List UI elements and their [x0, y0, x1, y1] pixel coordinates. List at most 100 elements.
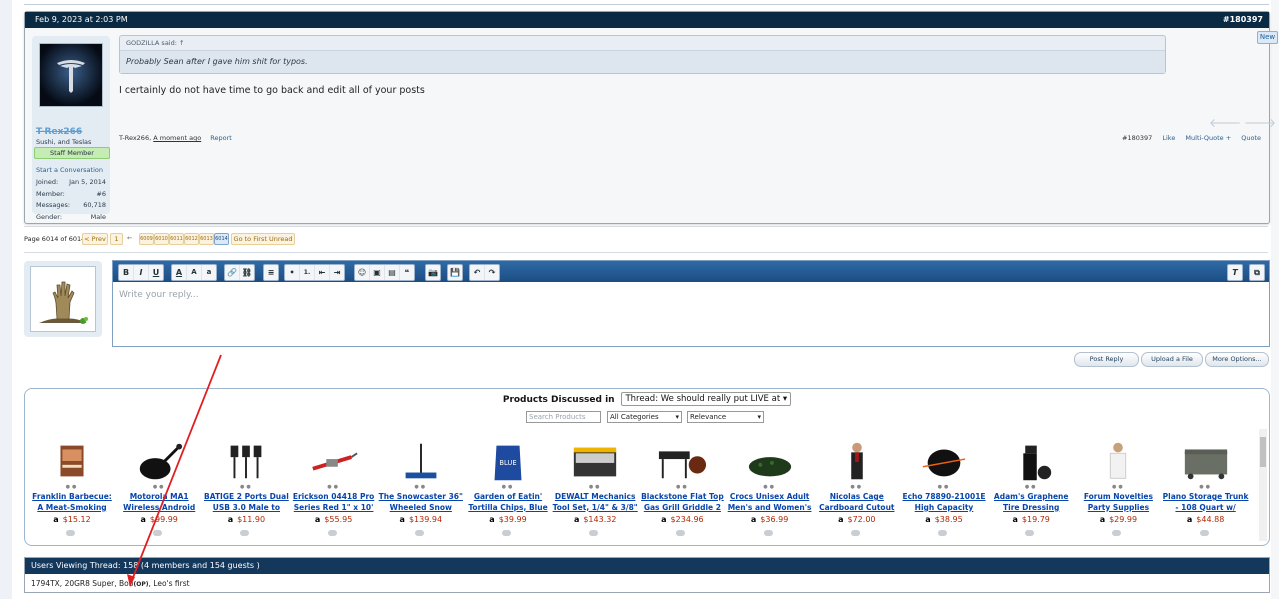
bold-button[interactable]: B: [119, 265, 134, 280]
indent-icon[interactable]: ⇥: [330, 265, 344, 280]
new-badge[interactable]: New: [1257, 31, 1278, 44]
post-number[interactable]: #180397: [1223, 12, 1263, 28]
like-link[interactable]: Like: [1162, 134, 1175, 142]
page-button[interactable]: 6010: [154, 233, 169, 245]
go-first-unread-button[interactable]: Go to First Unread: [231, 233, 295, 245]
product-card[interactable]: ●● DEWALT Mechanics Tool Set, 1/4" & 3/8"…: [552, 439, 638, 541]
current-page-button[interactable]: 6014: [214, 233, 229, 245]
comment-icon[interactable]: [414, 530, 424, 536]
carousel-dots[interactable]: ●●: [203, 484, 289, 490]
product-title[interactable]: BATIGE 2 Ports Dual USB 3.0 Male to USB: [203, 492, 289, 513]
more-options-button[interactable]: More Options...: [1205, 352, 1269, 367]
carousel-dots[interactable]: ●●: [639, 484, 725, 490]
comment-icon[interactable]: [850, 530, 860, 536]
product-card[interactable]: ●● Echo 78890-21001E High Capacity Speed a…: [901, 439, 987, 541]
product-card[interactable]: ●● Nicolas Cage Cardboard Cutout a $72.00: [814, 439, 900, 541]
quote-jump-icon[interactable]: ↑: [179, 39, 184, 47]
comment-icon[interactable]: [589, 530, 599, 536]
product-card[interactable]: ●● Forum Novelties Party Supplies 81022 M…: [1075, 439, 1161, 541]
usb-cable-icon[interactable]: [221, 439, 271, 483]
spray-bottle-icon[interactable]: [1006, 439, 1056, 483]
category-select[interactable]: All Categories ▾: [607, 411, 682, 423]
multi-quote-link[interactable]: Multi-Quote +: [1185, 134, 1231, 142]
comment-icon[interactable]: [66, 530, 75, 536]
page-button[interactable]: 6011: [169, 233, 184, 245]
comment-icon[interactable]: [763, 530, 773, 536]
carousel-dots[interactable]: ●●: [465, 484, 551, 490]
page-button[interactable]: 6012: [184, 233, 199, 245]
comment-icon[interactable]: [676, 530, 686, 536]
product-title[interactable]: Adam's Graphene Tire Dressing Combo: [988, 492, 1074, 513]
toggle-bbcode-icon[interactable]: ⧉: [1250, 265, 1264, 280]
product-title[interactable]: Garden of Eatin' Tortilla Chips, Blue: [465, 492, 551, 513]
italic-button[interactable]: I: [134, 265, 149, 280]
page-button[interactable]: 6013: [199, 233, 214, 245]
product-title[interactable]: Blackstone Flat Top Gas Grill Griddle 2: [639, 492, 725, 513]
costume-icon[interactable]: [1093, 439, 1143, 483]
comment-icon[interactable]: [1112, 530, 1122, 536]
product-card[interactable]: ●● Erickson 04418 Pro Series Red 1" x 10'…: [291, 439, 377, 541]
product-card[interactable]: BLUE ●● Garden of Eatin' Tortilla Chips, B…: [465, 439, 551, 541]
link-icon[interactable]: 🔗: [225, 265, 240, 280]
product-title[interactable]: Plano Storage Trunk - 108 Quart w/ Wheel…: [1163, 492, 1249, 513]
font-family-button[interactable]: a: [202, 265, 216, 280]
product-title[interactable]: Forum Novelties Party Supplies 81022 Man: [1075, 492, 1161, 513]
products-scrollbar[interactable]: [1259, 429, 1267, 541]
font-color-button[interactable]: A: [172, 265, 187, 280]
comment-icon[interactable]: [327, 530, 337, 536]
viewer-names[interactable]: 1794TX, 20GR8 Super, Bob: [31, 579, 134, 588]
product-card[interactable]: ●● Motorola MA1 Wireless Android Auto a$99…: [116, 439, 202, 541]
post-reply-button[interactable]: Post Reply: [1074, 352, 1139, 367]
trimmer-head-icon[interactable]: [919, 439, 969, 483]
viewer-names-rest[interactable]: , Leo's first: [149, 579, 190, 588]
upload-file-button[interactable]: Upload a File: [1141, 352, 1203, 367]
product-title[interactable]: Echo 78890-21001E High Capacity Speed: [901, 492, 987, 513]
avatar[interactable]: [39, 43, 103, 107]
unlink-icon[interactable]: ⛓: [240, 265, 254, 280]
underline-button[interactable]: U: [149, 265, 163, 280]
product-card[interactable]: ●● Plano Storage Trunk - 108 Quart w/ Whe…: [1163, 439, 1249, 541]
griddle-icon[interactable]: [657, 439, 707, 483]
carousel-dots[interactable]: ●●: [552, 484, 638, 490]
carousel-dots[interactable]: ●●: [291, 484, 377, 490]
search-products-input[interactable]: Search Products: [526, 411, 601, 423]
quote-icon[interactable]: ❝: [400, 265, 414, 280]
smilie-icon[interactable]: ☺: [355, 265, 370, 280]
storage-trunk-icon[interactable]: [1181, 439, 1231, 483]
product-card[interactable]: ●● BATIGE 2 Ports Dual USB 3.0 Male to US…: [203, 439, 289, 541]
comment-icon[interactable]: [1199, 530, 1209, 536]
footer-author[interactable]: T-Rex266,: [119, 134, 151, 142]
bullet-list-icon[interactable]: •: [285, 265, 300, 280]
comment-icon[interactable]: [240, 530, 250, 536]
media-icon[interactable]: ▤: [385, 265, 400, 280]
product-card[interactable]: ●● Adam's Graphene Tire Dressing Combo a$1…: [988, 439, 1074, 541]
product-title[interactable]: Erickson 04418 Pro Series Red 1" x 10': [291, 492, 377, 513]
arrow-left-icon[interactable]: 🡐: [1209, 115, 1241, 130]
product-card[interactable]: ●● Franklin Barbecue: A Meat-Smoking a $15.…: [29, 439, 115, 541]
undo-icon[interactable]: ↶: [470, 265, 485, 280]
post-id-link[interactable]: #180397: [1122, 134, 1152, 142]
product-title[interactable]: Crocs Unisex Adult Men's and Women's: [727, 492, 813, 513]
start-conversation-link[interactable]: Start a Conversation: [36, 166, 103, 174]
comment-icon[interactable]: [938, 530, 947, 536]
camera-icon[interactable]: 📷: [426, 265, 440, 280]
carousel-dots[interactable]: ●●: [988, 484, 1074, 490]
reply-avatar[interactable]: [24, 261, 102, 337]
report-link[interactable]: Report: [210, 134, 232, 142]
toolset-icon[interactable]: [570, 439, 620, 483]
product-title[interactable]: Nicolas Cage Cardboard Cutout: [814, 492, 900, 513]
comment-icon[interactable]: [153, 530, 163, 536]
numbered-list-icon[interactable]: 1.: [300, 265, 315, 280]
redo-icon[interactable]: ↷: [485, 265, 499, 280]
product-card[interactable]: ●● The Snowcaster 36" Wheeled Snow Pusher…: [378, 439, 464, 541]
carousel-dots[interactable]: ●●: [814, 484, 900, 490]
product-card[interactable]: ●● Crocs Unisex Adult Men's and Women's a $…: [727, 439, 813, 541]
align-icon[interactable]: ≡: [264, 265, 278, 280]
snow-pusher-icon[interactable]: [396, 439, 446, 483]
chips-bag-icon[interactable]: BLUE: [483, 439, 533, 483]
car-adapter-icon[interactable]: [134, 439, 184, 483]
save-draft-icon[interactable]: 💾: [448, 265, 462, 280]
reply-input-placeholder[interactable]: Write your reply...: [119, 290, 199, 300]
page-button[interactable]: 6009: [139, 233, 154, 245]
arrow-right-icon[interactable]: 🡒: [1244, 115, 1276, 130]
